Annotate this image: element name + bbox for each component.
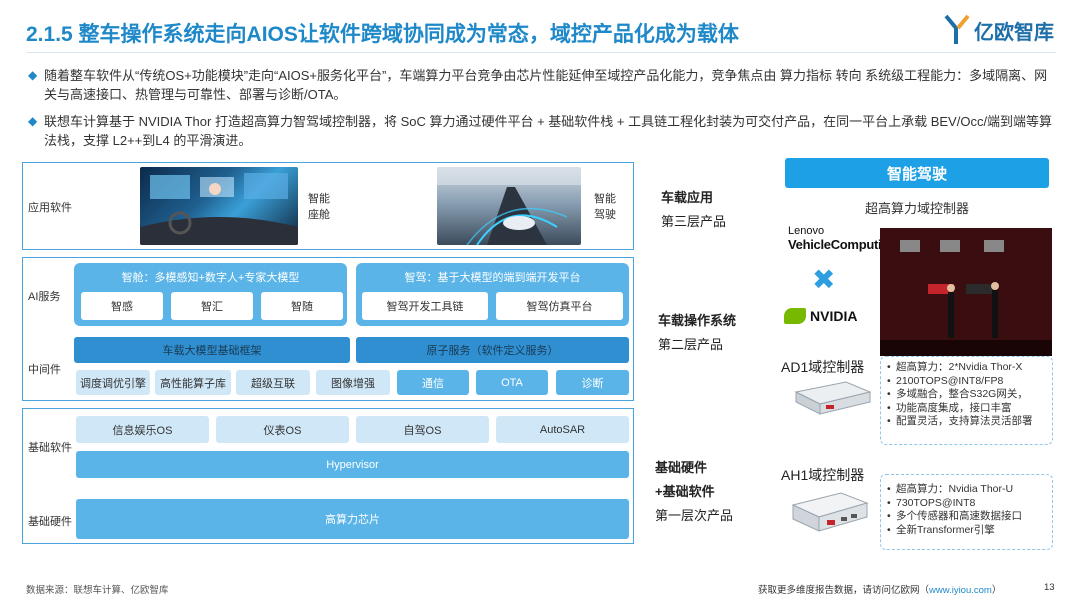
nvidia-logo: NVIDIA [784,308,857,324]
more-reports-prefix: 获取更多维度报告数据，请访问亿欧网（ [758,585,930,596]
smart-driving-image [437,167,581,245]
ai-item-zhisui: 智随 [261,292,343,320]
diamond-bullet-icon: ◆ [28,68,38,82]
bullet-1-text: 随着整车软件从“传统OS+功能模块”走向“AIOS+服务化平台”，车端算力平台竞… [44,68,1048,102]
bullet-1: ◆ 随着整车软件从“传统OS+功能模块”走向“AIOS+服务化平台”，车端算力平… [28,66,1056,104]
smart-driving-caption: 智能 驾驶 [594,193,616,221]
ad1-spec-item: 超高算力：2*Nvidia Thor-X [887,361,1046,375]
layer3-title: 车载应用 [661,190,714,205]
nvidia-text: NVIDIA [810,308,858,324]
ah1-spec-item: 多个传感器和高速数据接口 [887,510,1046,524]
bs-item-infotainment-os: 信息娱乐OS [76,416,209,443]
bullet-2-text: 联想车计算基于 NVIDIA Thor 打造超高算力智驾域控制器，将 SoC 算… [44,114,1053,148]
more-reports-suffix: ） [991,585,1002,596]
mw-item-scheduler: 调度调优引擎 [76,370,150,395]
ai-item-dev-toolchain: 智驾开发工具链 [362,292,488,320]
ah1-spec-item: 730TOPS@INT8 [887,497,1046,511]
ah1-spec-item: 超高算力：Nvidia Thor-U [887,483,1046,497]
ah1-spec-item: 全新Transformer引擎 [887,524,1046,538]
bullet-2: ◆ 联想车计算基于 NVIDIA Thor 打造超高算力智驾域控制器，将 SoC… [28,112,1056,150]
ad1-spec-item: 配置灵活，支持算法灵活部署 [887,415,1046,429]
atomic-service-bar: 原子服务（软件定义服务） [356,337,629,363]
brand-logo: 亿欧智库 [944,14,1054,46]
mw-item-image-enhance: 图像增强 [316,370,390,395]
mw-item-diagnosis: 诊断 [556,370,629,395]
ad1-spec-item: 多域融合，整合S32G网关， [887,388,1046,402]
ad1-title: AD1域控制器 [781,359,865,375]
ah1-title: AH1域控制器 [781,467,865,483]
bs-item-autosar: AutoSAR [496,416,629,443]
smart-cabin-caption: 智能 座舱 [308,193,330,221]
bs-item-cluster-os: 仪表OS [216,416,349,443]
layer1-subtitle: 第一层次产品 [655,508,734,523]
smart-driving-group-title: 智驾：基于大模型的端到端开发平台 [404,272,581,284]
title-divider [26,52,1056,53]
ad1-spec-item: 功能高度集成，接口丰富 [887,402,1046,416]
ai-item-simulation: 智驾仿真平台 [496,292,623,320]
bs-item-ad-os: 自驾OS [356,416,489,443]
smart-cabin-group-title: 智舱：多模感知+数字人+专家大模型 [121,272,300,284]
llm-framework-bar: 车载大模型基础框架 [74,337,350,363]
layer1-labels: 基础硬件 +基础软件 第一层次产品 [655,456,733,528]
ah1-device-image [789,487,871,540]
layer2-title: 车载操作系统 [658,313,737,328]
compute-chip-bar: 高算力芯片 [76,499,629,539]
page-title: 2.1.5 整车操作系统走向AIOS让软件跨域协同成为常态，域控产品化成为载体 [26,23,739,46]
layer3-labels: 车载应用 第三层产品 [661,186,726,234]
cross-icon: ✖ [812,264,836,295]
layer1-title-a: 基础硬件 [655,460,708,475]
app-layer-label: 应用软件 [28,202,72,214]
mw-item-super-connect: 超级互联 [236,370,310,395]
smart-cabin-image [140,167,298,245]
page-number: 13 [1044,582,1055,593]
layer3-subtitle: 第三层产品 [661,214,727,229]
ad1-device-image [792,378,874,423]
base-software-label: 基础软件 [28,442,72,454]
logo-text: 亿欧智库 [974,21,1054,44]
more-reports-note: 获取更多维度报告数据，请访问亿欧网（www.iyiou.com） [758,582,1001,596]
layer1-title-b: +基础软件 [655,484,715,499]
ad1-spec-item: 2100TOPS@INT8/FP8 [887,375,1046,389]
ai-item-zhihui: 智汇 [171,292,253,320]
hypervisor-bar: Hypervisor [76,451,629,478]
iyiou-link[interactable]: www.iyiou.com [929,585,992,596]
source-note: 数据来源：联想车计算、亿欧智库 [26,585,169,596]
middleware-label: 中间件 [28,364,61,376]
ai-item-zhigan: 智感 [81,292,163,320]
layer2-labels: 车载操作系统 第二层产品 [658,309,736,357]
logo-mark-icon [944,14,970,46]
base-hardware-label: 基础硬件 [28,516,72,528]
mw-item-communication: 通信 [397,370,469,395]
ai-service-label: AI服务 [28,291,61,303]
mw-item-operator-lib: 高性能算子库 [155,370,231,395]
smart-driving-banner: 智能驾驶 [785,158,1049,188]
diamond-bullet-icon: ◆ [28,114,38,128]
ah1-spec-box: 超高算力：Nvidia Thor-U 730TOPS@INT8 多个传感器和高速… [880,474,1053,550]
nvidia-eye-icon [784,308,806,324]
ad1-spec-box: 超高算力：2*Nvidia Thor-X 2100TOPS@INT8/FP8 多… [880,356,1053,445]
launch-event-photo [880,228,1052,356]
layer2-subtitle: 第二层产品 [658,337,724,352]
mw-item-ota: OTA [476,370,548,395]
domain-controller-subtitle: 超高算力域控制器 [864,201,969,216]
